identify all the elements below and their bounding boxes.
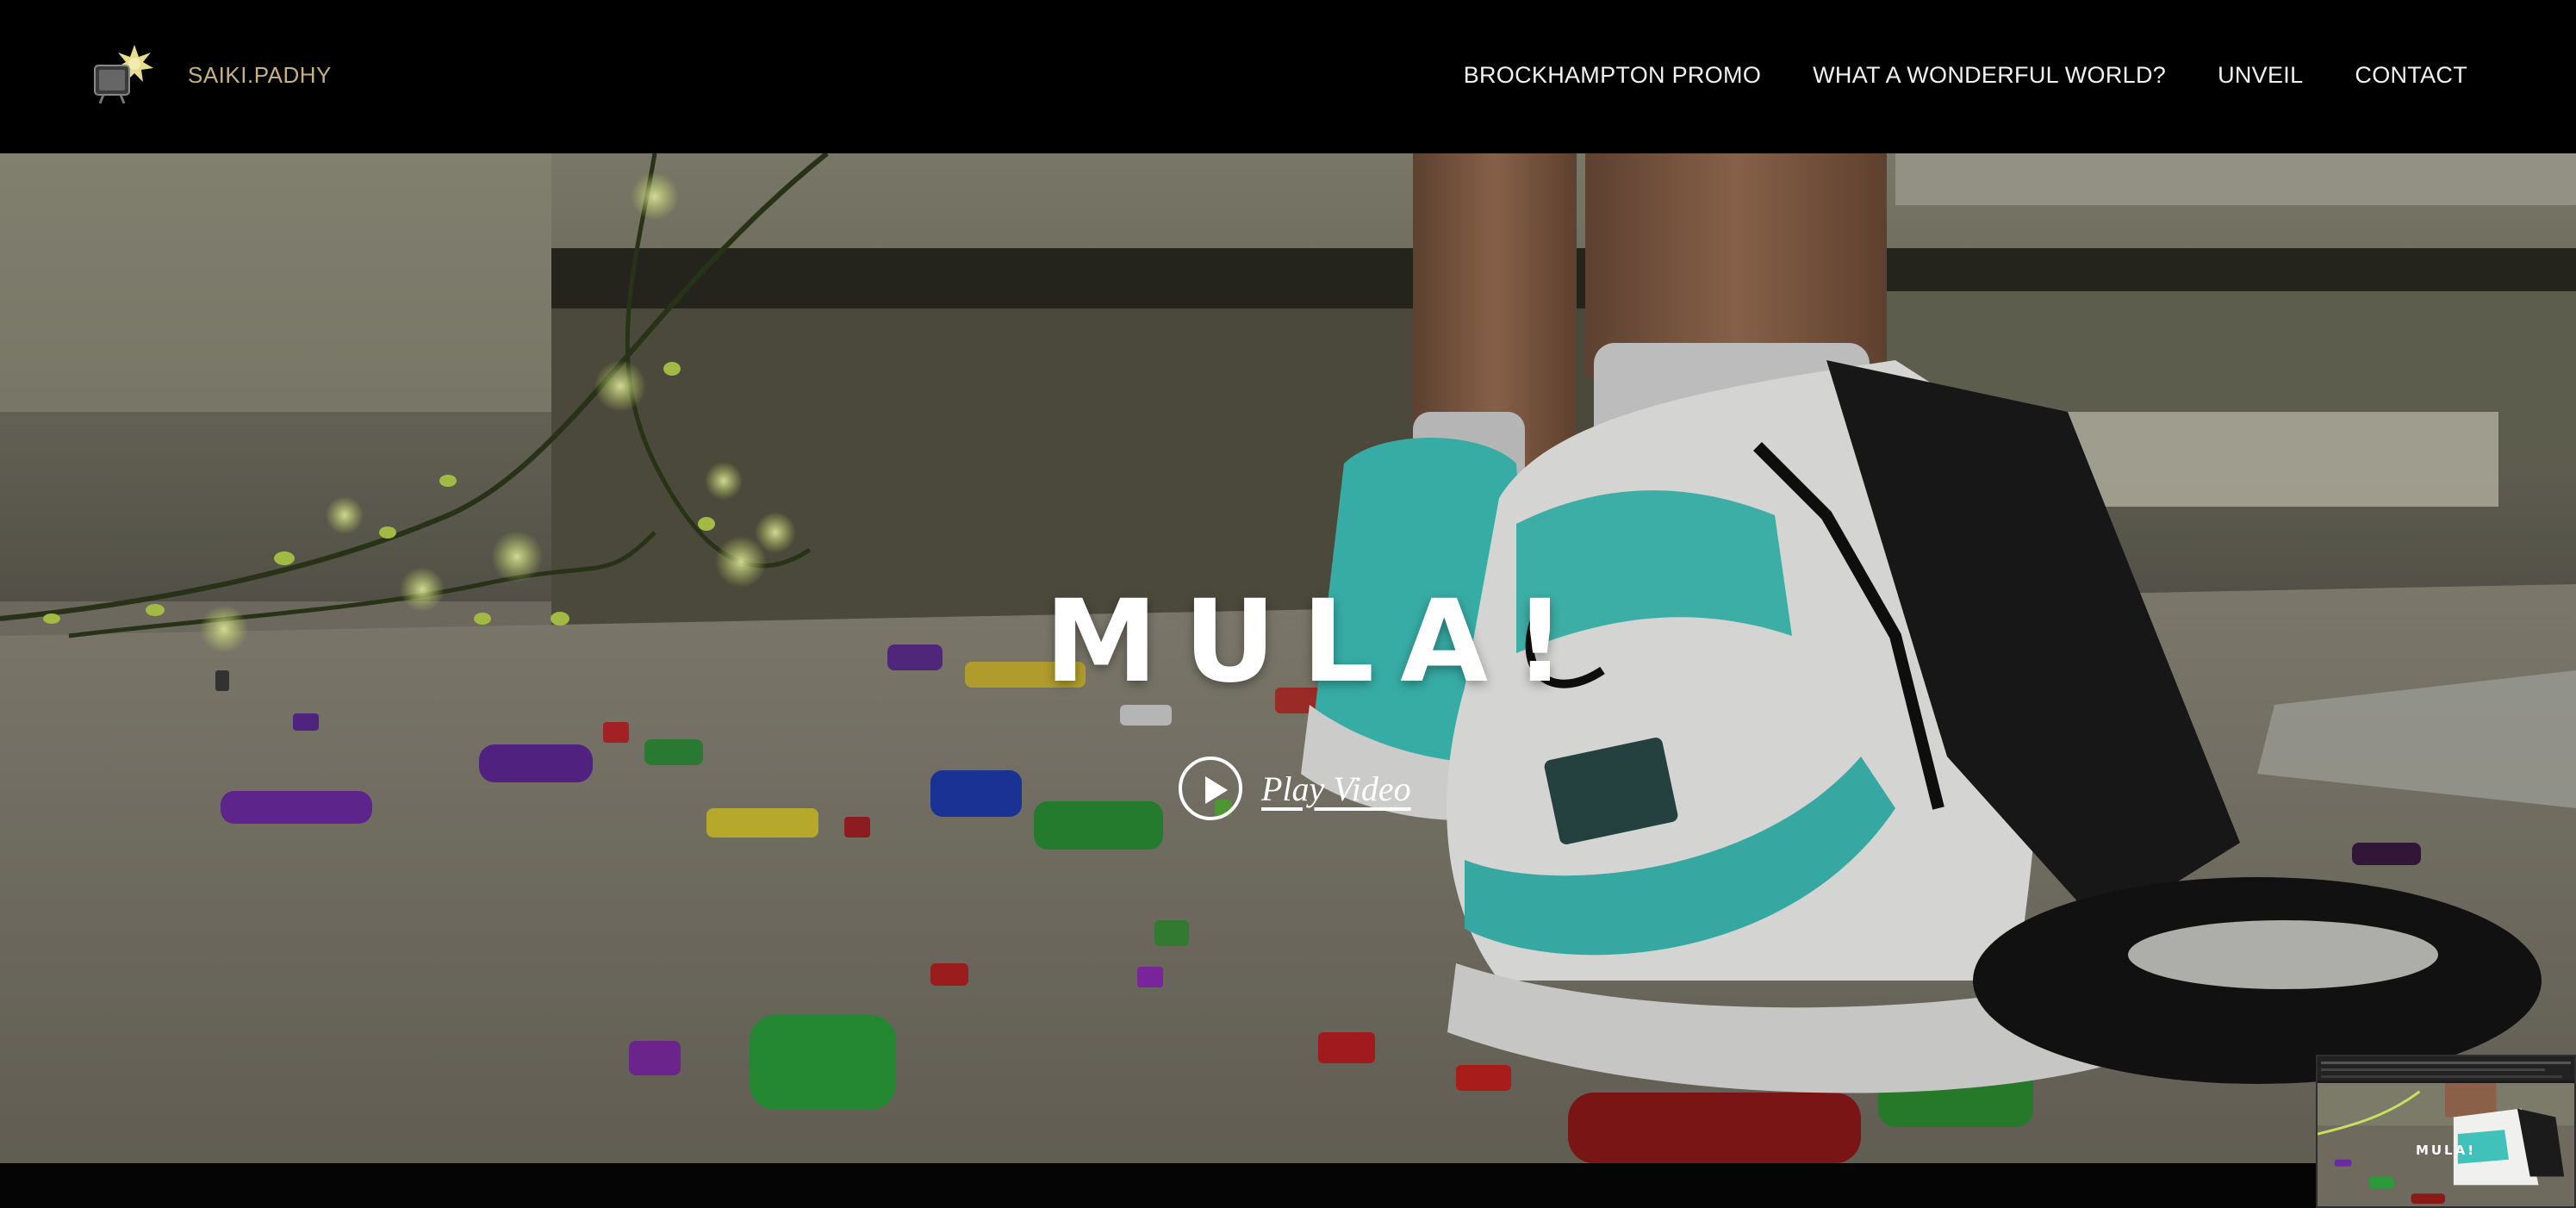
thumbnail-title: MULA!: [2415, 1143, 2477, 1158]
play-circle-icon[interactable]: [1179, 757, 1242, 820]
nav-contact[interactable]: CONTACT: [2355, 62, 2467, 89]
main-nav: BROCKHAMPTON PROMO WHAT A WONDERFUL WORL…: [1464, 62, 2467, 89]
nav-what-a-wonderful-world[interactable]: WHAT A WONDERFUL WORLD?: [1813, 62, 2166, 89]
site-name-link[interactable]: SAIKI.PADHY: [188, 62, 332, 89]
bottom-strip: [0, 1163, 2576, 1208]
play-video-label[interactable]: Play Video: [1261, 769, 1411, 809]
thumbnail-browser-bar: [2318, 1056, 2574, 1080]
nav-unveil[interactable]: UNVEIL: [2218, 62, 2303, 89]
screenshot-thumbnail-preview[interactable]: MULA!: [2316, 1055, 2576, 1208]
nav-brockhampton-promo[interactable]: BROCKHAMPTON PROMO: [1464, 62, 1761, 89]
sun-tv-logo-icon[interactable]: [90, 43, 159, 112]
hero-title: MULA!: [1044, 576, 1592, 708]
play-video-button[interactable]: Play Video: [1179, 757, 1411, 820]
hero-video-background: MULA! Play Video: [0, 153, 2576, 1163]
site-header: SAIKI.PADHY BROCKHAMPTON PROMO WHAT A WO…: [0, 0, 2576, 153]
